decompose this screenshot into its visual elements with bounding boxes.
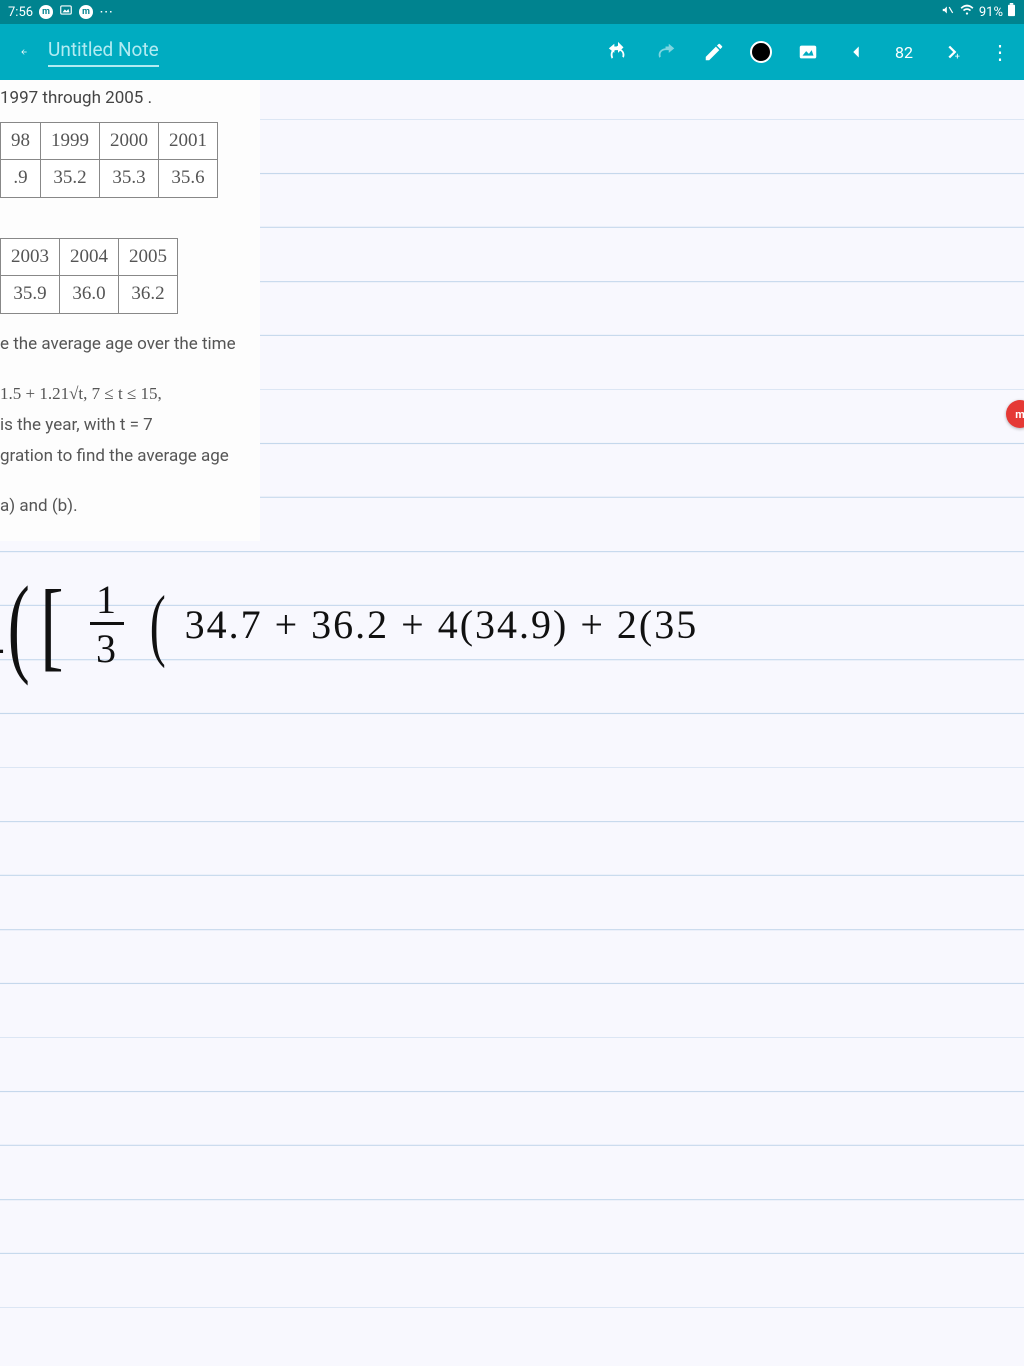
problem-intro: 1997 through 2005 . [0, 86, 260, 112]
open-paren: ( [8, 592, 31, 658]
open-bracket: [ [40, 595, 65, 655]
back-button[interactable] [12, 40, 36, 64]
open-paren-2: ( [150, 601, 167, 649]
app-bar: Untitled Note 82 + ⋮ [0, 24, 1024, 80]
svg-text:+: + [955, 52, 960, 62]
next-page-button[interactable]: + [940, 40, 964, 64]
note-title[interactable]: Untitled Note [48, 38, 159, 67]
battery-icon [1007, 3, 1016, 21]
note-canvas[interactable]: 1997 through 2005 . 98 1999 2000 2001 .9… [0, 80, 1024, 1366]
data-table-1: 98 1999 2000 2001 .9 35.2 35.3 35.6 [0, 122, 218, 198]
mute-icon [941, 3, 955, 21]
app-icon-2: m [79, 5, 93, 19]
pen-tool[interactable] [702, 40, 726, 64]
page-number[interactable]: 82 [892, 43, 916, 62]
handwritten-math: - ( [ 1 3 ( 34.7 + 36.2 + 4(34.9) + 2(35 [0, 580, 698, 669]
table-row: 2003 2004 2005 [1, 238, 178, 276]
status-bar: 7:56 m m ⋯ 91% [0, 0, 1024, 24]
redo-button[interactable] [654, 40, 678, 64]
data-table-2: 2003 2004 2005 35.9 36.0 36.2 [0, 238, 178, 314]
overflow-menu[interactable]: ⋮ [988, 40, 1012, 64]
color-picker[interactable] [750, 41, 772, 63]
undo-button[interactable] [606, 40, 630, 64]
numerator: 1 [90, 580, 124, 625]
app-icon-1: m [39, 5, 53, 19]
image-tool[interactable] [796, 40, 820, 64]
avg-line: e the average age over the time [0, 332, 260, 358]
table-row: 98 1999 2000 2001 [1, 122, 218, 160]
expression-body: 34.7 + 36.2 + 4(34.9) + 2(35 [185, 602, 699, 647]
integration-line: gration to find the average age [0, 444, 260, 470]
battery-percent: 91% [979, 5, 1003, 20]
status-left: 7:56 m m ⋯ [8, 3, 114, 21]
badge-label: m [1015, 408, 1024, 421]
toolbar: 82 + ⋮ [606, 40, 1012, 64]
denominator: 3 [96, 625, 118, 669]
status-time: 7:56 [8, 5, 33, 20]
prev-page-button[interactable] [844, 40, 868, 64]
wifi-icon [959, 3, 975, 21]
leading-mark: - [0, 622, 7, 673]
table-row: .9 35.2 35.3 35.6 [1, 160, 218, 198]
table-row: 35.9 36.0 36.2 [1, 276, 178, 314]
status-right: 91% [941, 3, 1016, 21]
formula-line: 1.5 + 1.21√t, 7 ≤ t ≤ 15, [0, 381, 260, 407]
fraction-one-third: 1 3 [90, 580, 124, 669]
parts-line: a) and (b). [0, 494, 260, 520]
year-line: is the year, with t = 7 [0, 413, 260, 439]
problem-text: e the average age over the time 1.5 + 1.… [0, 332, 260, 520]
problem-panel: 1997 through 2005 . 98 1999 2000 2001 .9… [0, 80, 260, 541]
picture-icon [59, 3, 73, 21]
more-notif-icon: ⋯ [99, 5, 114, 19]
